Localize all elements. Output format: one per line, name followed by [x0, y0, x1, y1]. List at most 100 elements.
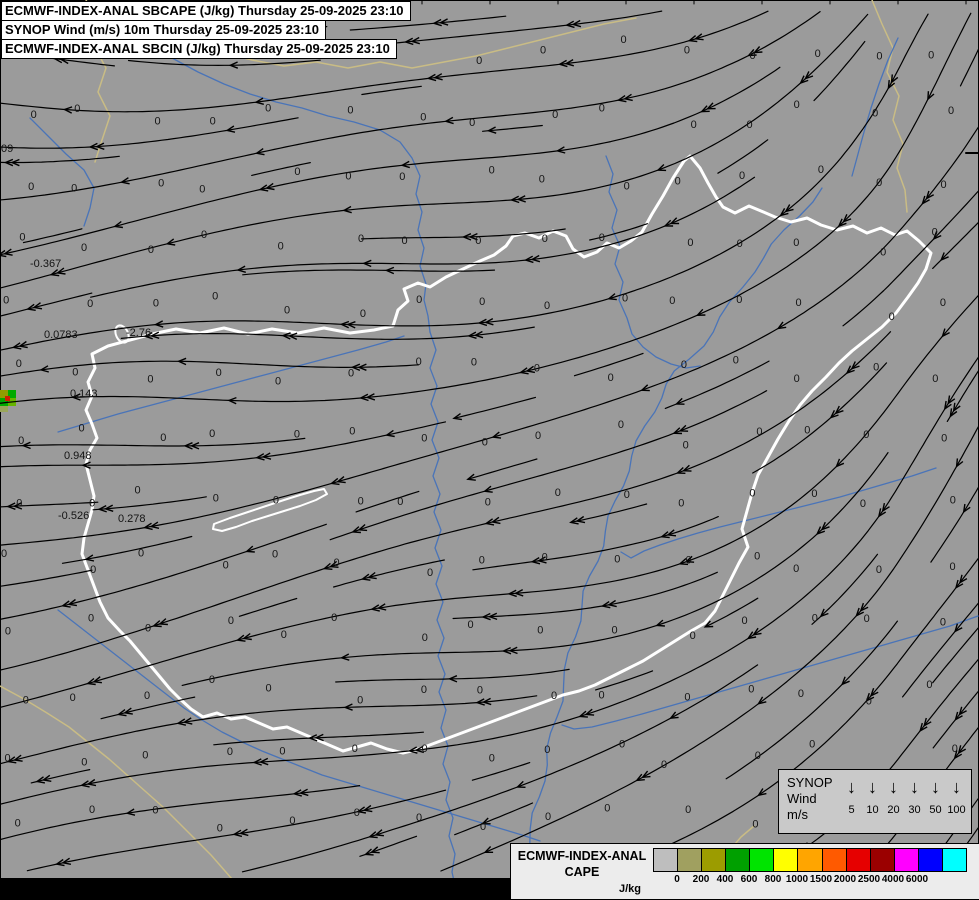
- svg-text:0: 0: [294, 429, 300, 441]
- svg-text:0: 0: [397, 496, 403, 508]
- svg-text:0: 0: [794, 373, 800, 385]
- cape-scale-label: 1000: [785, 874, 809, 885]
- svg-text:0: 0: [354, 807, 360, 819]
- svg-text:0: 0: [661, 759, 667, 771]
- svg-text:0: 0: [811, 488, 817, 500]
- cape-color-cell: [654, 849, 678, 871]
- svg-text:0: 0: [144, 690, 150, 702]
- svg-text:0: 0: [279, 745, 285, 757]
- svg-text:0: 0: [266, 683, 272, 695]
- svg-text:0: 0: [331, 612, 337, 624]
- svg-text:0: 0: [223, 559, 229, 571]
- svg-text:0: 0: [475, 235, 481, 247]
- down-arrow-icon: ↓: [847, 777, 856, 797]
- svg-text:0: 0: [217, 823, 223, 835]
- svg-text:0: 0: [864, 613, 870, 625]
- svg-text:0: 0: [691, 119, 697, 131]
- svg-text:0: 0: [621, 34, 627, 46]
- cape-scale-labels: 0 200 400 600 800 1000 1500 2000 2500 4000 6000: [653, 872, 967, 886]
- svg-text:0: 0: [333, 557, 339, 569]
- svg-text:0: 0: [681, 359, 687, 371]
- svg-text:0: 0: [228, 615, 234, 627]
- cape-color-scale: 0 200 400 600 800 1000 1500 2000 2500 4000 6000: [653, 844, 979, 899]
- svg-text:0: 0: [737, 238, 743, 250]
- wind-speed-label: 50: [929, 804, 942, 816]
- svg-text:0: 0: [3, 295, 9, 307]
- wind-speed-item: ↓ 100: [946, 772, 967, 833]
- cape-scale-label: 0: [674, 874, 680, 885]
- cape-color-cell: [941, 849, 967, 871]
- cape-scale-label: 600: [740, 874, 758, 885]
- svg-text:0: 0: [604, 803, 610, 815]
- cape-legend-title: ECMWF-INDEX-ANAL CAPE J/kg: [511, 844, 653, 899]
- svg-text:0: 0: [940, 617, 946, 629]
- svg-text:0: 0: [793, 563, 799, 575]
- svg-text:0: 0: [479, 554, 485, 566]
- svg-text:0: 0: [273, 494, 279, 506]
- svg-text:0: 0: [88, 612, 94, 624]
- svg-text:0: 0: [952, 743, 958, 755]
- svg-text:0: 0: [795, 297, 801, 309]
- cape-color-cell: [725, 849, 750, 871]
- svg-text:0: 0: [265, 103, 271, 115]
- svg-text:0: 0: [544, 300, 550, 312]
- svg-text:0: 0: [608, 372, 614, 384]
- cape-scale-label: 2500: [857, 874, 881, 885]
- svg-text:0: 0: [815, 48, 821, 60]
- wind-speed-scale: ↓ 5 ↓ 10 ↓ 20 ↓ 30 ↓ 50 ↓ 100: [841, 770, 971, 833]
- svg-text:0: 0: [669, 295, 675, 307]
- station-values-layer: 0 0 0 0 0 0 0 0 0 0 0 0 0 0 0 0 0 0 0 0 0 0 0 0 0 0 0 0 0 0 0 0 0 0 0 0 0 0 0 0…: [1, 34, 958, 834]
- svg-text:0: 0: [281, 629, 287, 641]
- svg-text:0: 0: [87, 298, 93, 310]
- svg-text:0: 0: [686, 555, 692, 567]
- wind-speed-item: ↓ 10: [862, 772, 883, 833]
- svg-text:0: 0: [289, 815, 295, 827]
- cape-patch-layer: [0, 390, 16, 412]
- svg-text:0: 0: [624, 489, 630, 501]
- svg-text:0: 0: [873, 361, 879, 373]
- svg-text:0: 0: [360, 308, 366, 320]
- svg-text:0: 0: [932, 373, 938, 385]
- svg-text:0: 0: [932, 227, 938, 239]
- svg-text:0: 0: [422, 632, 428, 644]
- svg-text:0: 0: [756, 426, 762, 438]
- svg-text:0: 0: [537, 625, 543, 637]
- svg-text:0: 0: [15, 818, 21, 830]
- svg-text:0: 0: [469, 117, 475, 129]
- svg-text:0: 0: [544, 744, 550, 756]
- svg-text:0: 0: [145, 622, 151, 634]
- svg-text:0: 0: [477, 685, 483, 697]
- cape-scale-label: 400: [716, 874, 734, 885]
- down-arrow-icon: ↓: [952, 777, 961, 797]
- svg-text:0: 0: [624, 180, 630, 192]
- svg-text:0: 0: [476, 55, 482, 67]
- svg-text:0: 0: [416, 294, 422, 306]
- svg-text:0: 0: [5, 753, 11, 765]
- cape-color-cell: [749, 849, 774, 871]
- svg-text:0: 0: [5, 626, 11, 638]
- wind-speed-label: 30: [908, 804, 921, 816]
- svg-text:0: 0: [622, 293, 628, 305]
- svg-text:0: 0: [754, 550, 760, 562]
- cape-color-cell: [797, 849, 822, 871]
- svg-text:0: 0: [804, 425, 810, 437]
- svg-text:0: 0: [619, 739, 625, 751]
- cape-scale-label: 2000: [833, 874, 857, 885]
- svg-text:0: 0: [750, 50, 756, 62]
- svg-text:0: 0: [227, 746, 233, 758]
- svg-text:0: 0: [284, 305, 290, 317]
- svg-text:0: 0: [614, 554, 620, 566]
- svg-text:0: 0: [675, 176, 681, 188]
- streamlines-layer: [0, 9, 979, 873]
- svg-text:0: 0: [147, 374, 153, 386]
- svg-text:0: 0: [210, 115, 216, 127]
- svg-text:0: 0: [618, 419, 624, 431]
- svg-text:0: 0: [416, 356, 422, 368]
- svg-text:0: 0: [812, 612, 818, 624]
- svg-text:0: 0: [485, 496, 491, 508]
- svg-text:0: 0: [421, 684, 427, 696]
- svg-text:0: 0: [89, 497, 95, 509]
- svg-text:0: 0: [158, 177, 164, 189]
- svg-text:0: 0: [349, 425, 355, 437]
- cape-legend-unit: J/kg: [618, 883, 641, 895]
